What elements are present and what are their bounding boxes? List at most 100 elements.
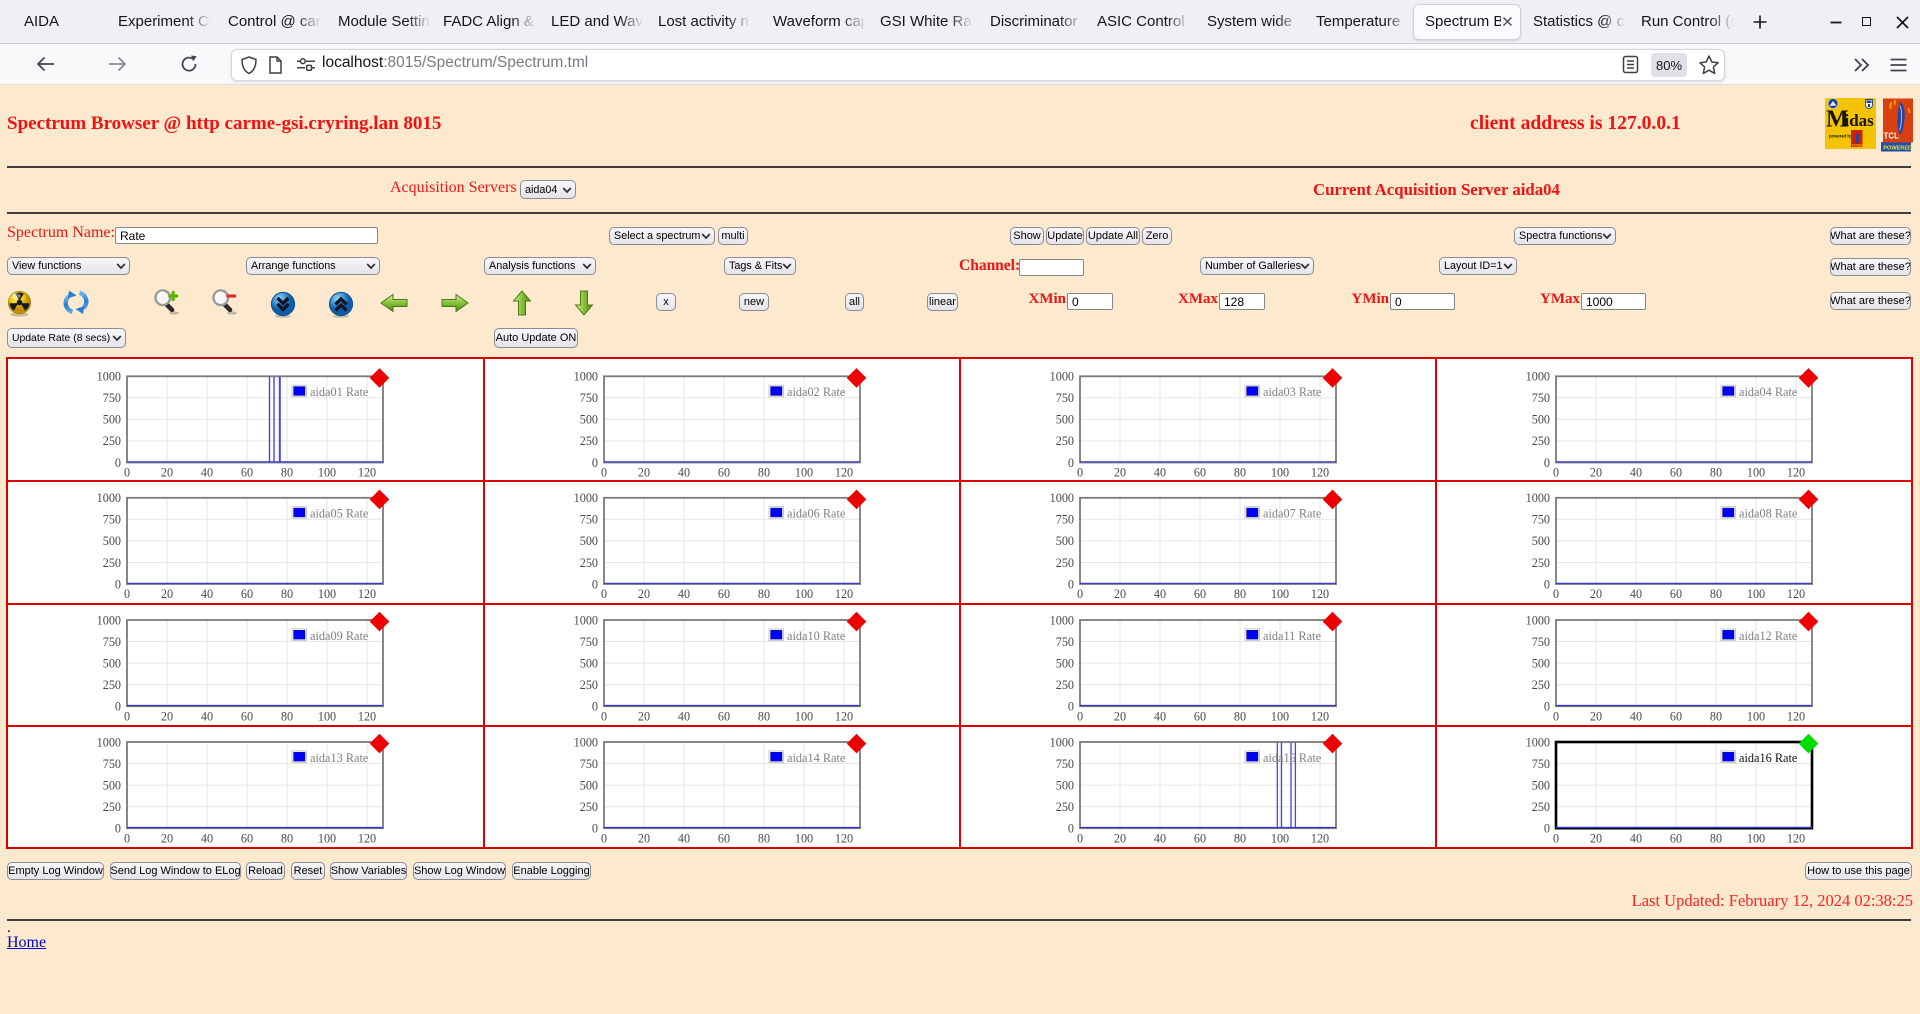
svg-text:750: 750 bbox=[1056, 757, 1074, 771]
svg-text:250: 250 bbox=[579, 800, 597, 814]
svg-text:aida05 Rate: aida05 Rate bbox=[310, 507, 369, 521]
svg-text:20: 20 bbox=[638, 709, 650, 723]
svg-text:0: 0 bbox=[115, 577, 121, 591]
svg-text:100: 100 bbox=[1747, 831, 1765, 845]
svg-text:POWER: POWER bbox=[1852, 143, 1865, 147]
svg-text:100: 100 bbox=[1747, 466, 1765, 479]
svg-text:80: 80 bbox=[758, 587, 770, 601]
svg-text:0: 0 bbox=[1077, 831, 1083, 845]
svg-text:120: 120 bbox=[1787, 466, 1805, 479]
svg-text:0: 0 bbox=[1544, 700, 1550, 714]
svg-text:aida10 Rate: aida10 Rate bbox=[787, 629, 846, 643]
svg-text:20: 20 bbox=[1590, 831, 1602, 845]
svg-text:1000: 1000 bbox=[1049, 613, 1073, 627]
svg-text:750: 750 bbox=[103, 391, 121, 405]
svg-text:100: 100 bbox=[318, 831, 336, 845]
svg-text:60: 60 bbox=[1670, 709, 1682, 723]
svg-text:1000: 1000 bbox=[573, 735, 597, 749]
svg-text:80: 80 bbox=[1234, 587, 1246, 601]
svg-text:100: 100 bbox=[1271, 466, 1289, 479]
svg-text:1000: 1000 bbox=[97, 613, 121, 627]
svg-text:250: 250 bbox=[579, 678, 597, 692]
svg-text:80: 80 bbox=[281, 709, 293, 723]
svg-text:750: 750 bbox=[579, 513, 597, 527]
svg-text:0: 0 bbox=[601, 831, 607, 845]
svg-text:120: 120 bbox=[358, 709, 376, 723]
svg-text:80: 80 bbox=[281, 831, 293, 845]
svg-text:120: 120 bbox=[358, 587, 376, 601]
svg-text:250: 250 bbox=[1056, 556, 1074, 570]
svg-text:20: 20 bbox=[161, 831, 173, 845]
svg-text:100: 100 bbox=[795, 709, 813, 723]
svg-text:250: 250 bbox=[103, 556, 121, 570]
svg-text:120: 120 bbox=[1311, 831, 1329, 845]
svg-text:40: 40 bbox=[1154, 831, 1166, 845]
svg-text:20: 20 bbox=[638, 831, 650, 845]
svg-text:100: 100 bbox=[795, 831, 813, 845]
svg-text:120: 120 bbox=[835, 709, 853, 723]
svg-text:500: 500 bbox=[103, 413, 121, 427]
svg-text:100: 100 bbox=[795, 587, 813, 601]
svg-text:40: 40 bbox=[201, 709, 213, 723]
svg-text:60: 60 bbox=[718, 587, 730, 601]
svg-text:40: 40 bbox=[201, 831, 213, 845]
svg-text:0: 0 bbox=[601, 587, 607, 601]
svg-text:250: 250 bbox=[579, 434, 597, 448]
svg-text:20: 20 bbox=[1114, 466, 1126, 479]
svg-text:0: 0 bbox=[1077, 709, 1083, 723]
svg-text:1000: 1000 bbox=[97, 370, 121, 384]
svg-text:100: 100 bbox=[1271, 709, 1289, 723]
svg-text:20: 20 bbox=[1590, 709, 1602, 723]
svg-text:40: 40 bbox=[678, 831, 690, 845]
svg-text:0: 0 bbox=[601, 466, 607, 479]
svg-text:250: 250 bbox=[1532, 556, 1550, 570]
svg-text:20: 20 bbox=[638, 466, 650, 479]
svg-text:powered by: powered by bbox=[1829, 134, 1853, 139]
svg-text:80: 80 bbox=[1234, 709, 1246, 723]
svg-text:40: 40 bbox=[678, 587, 690, 601]
svg-text:60: 60 bbox=[1670, 466, 1682, 479]
svg-text:750: 750 bbox=[579, 391, 597, 405]
svg-text:40: 40 bbox=[201, 587, 213, 601]
svg-text:500: 500 bbox=[103, 534, 121, 548]
svg-text:100: 100 bbox=[795, 466, 813, 479]
svg-text:60: 60 bbox=[1194, 466, 1206, 479]
svg-text:750: 750 bbox=[1056, 391, 1074, 405]
svg-text:0: 0 bbox=[124, 709, 130, 723]
svg-text:60: 60 bbox=[241, 466, 253, 479]
svg-text:250: 250 bbox=[103, 678, 121, 692]
svg-text:aida16 Rate: aida16 Rate bbox=[1739, 751, 1798, 765]
svg-text:750: 750 bbox=[1056, 635, 1074, 649]
svg-text:120: 120 bbox=[835, 587, 853, 601]
svg-text:0: 0 bbox=[1553, 831, 1559, 845]
svg-text:250: 250 bbox=[103, 434, 121, 448]
svg-text:20: 20 bbox=[1114, 709, 1126, 723]
svg-text:aida04 Rate: aida04 Rate bbox=[1739, 385, 1798, 399]
svg-text:40: 40 bbox=[1630, 587, 1642, 601]
svg-text:500: 500 bbox=[1056, 413, 1074, 427]
svg-text:40: 40 bbox=[678, 466, 690, 479]
svg-text:120: 120 bbox=[1311, 587, 1329, 601]
svg-text:250: 250 bbox=[1056, 434, 1074, 448]
svg-text:20: 20 bbox=[161, 466, 173, 479]
svg-text:120: 120 bbox=[1311, 466, 1329, 479]
svg-text:0: 0 bbox=[1068, 577, 1074, 591]
svg-text:80: 80 bbox=[1710, 709, 1722, 723]
svg-text:750: 750 bbox=[1532, 391, 1550, 405]
svg-text:120: 120 bbox=[1787, 709, 1805, 723]
svg-text:aida06 Rate: aida06 Rate bbox=[787, 507, 846, 521]
svg-text:TCL: TCL bbox=[1884, 132, 1900, 141]
svg-text:1000: 1000 bbox=[1049, 491, 1073, 505]
svg-text:500: 500 bbox=[579, 778, 597, 792]
svg-text:40: 40 bbox=[1154, 587, 1166, 601]
svg-text:40: 40 bbox=[1630, 466, 1642, 479]
svg-text:0: 0 bbox=[601, 709, 607, 723]
svg-text:750: 750 bbox=[1056, 513, 1074, 527]
svg-text:1000: 1000 bbox=[1525, 370, 1549, 384]
svg-text:60: 60 bbox=[1670, 831, 1682, 845]
svg-text:500: 500 bbox=[103, 778, 121, 792]
svg-text:20: 20 bbox=[1114, 831, 1126, 845]
svg-text:40: 40 bbox=[1630, 709, 1642, 723]
svg-text:aida08 Rate: aida08 Rate bbox=[1739, 507, 1798, 521]
svg-text:1000: 1000 bbox=[1525, 735, 1549, 749]
